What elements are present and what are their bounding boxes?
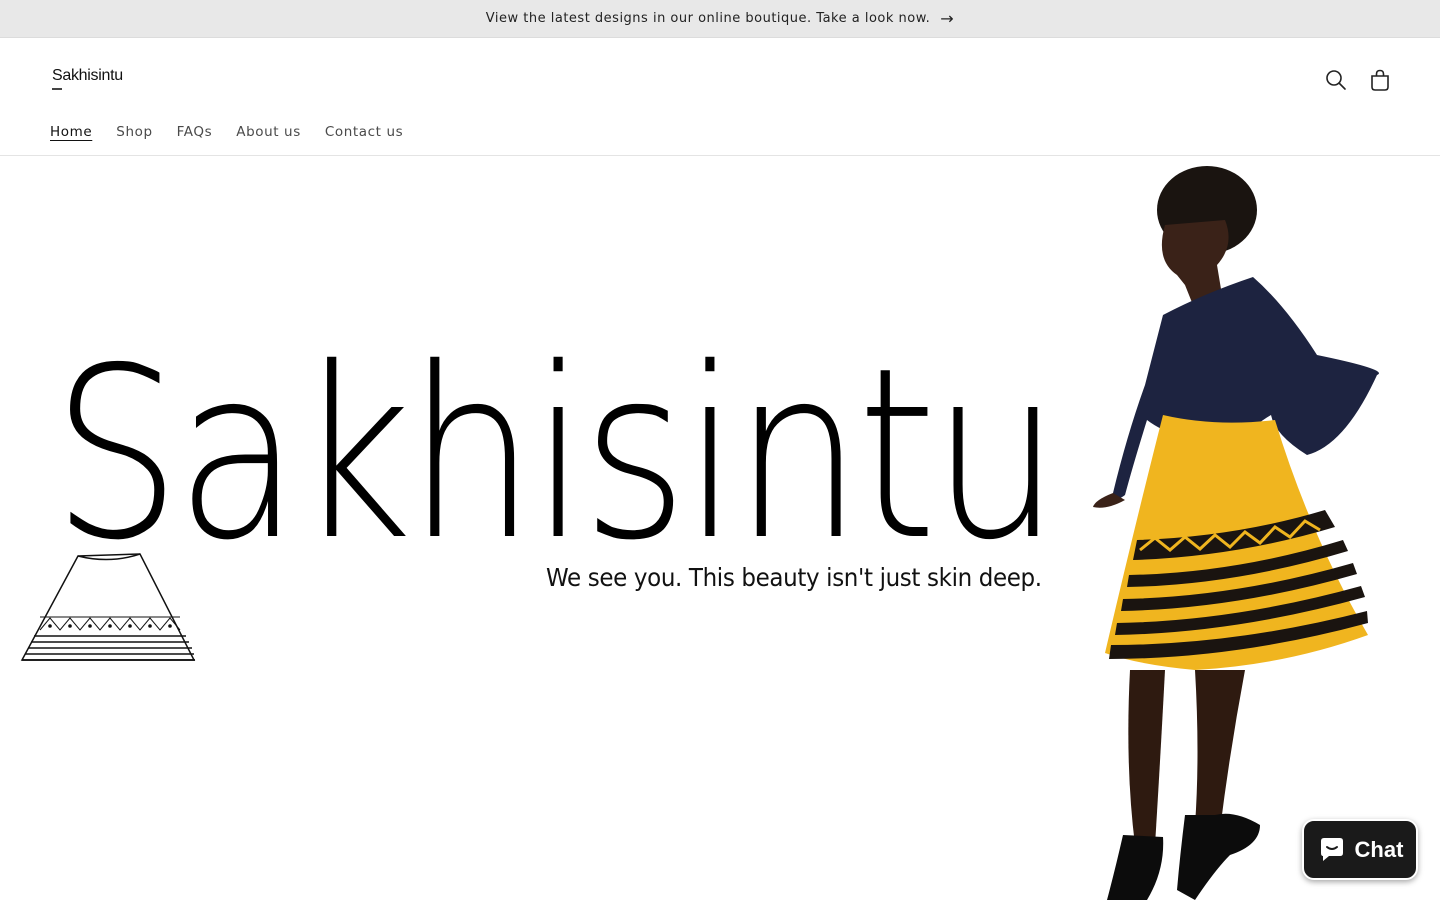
site-header: Sakhisintu Home Shop FAQs About us Conta… <box>0 38 1440 156</box>
search-icon <box>1326 70 1346 90</box>
hero-banner: Sakhisintu We see you. This beauty isn't… <box>0 157 1440 900</box>
chat-bubble-icon <box>1320 837 1343 861</box>
nav-about-us[interactable]: About us <box>236 124 301 140</box>
nav-home[interactable]: Home <box>50 124 92 140</box>
hero-title: Sakhisintu <box>52 317 1060 592</box>
model-photo <box>1093 166 1379 900</box>
chat-button[interactable]: Chat <box>1302 819 1418 880</box>
announcement-text[interactable]: View the latest designs in our online bo… <box>486 11 931 26</box>
arrow-right-icon[interactable]: → <box>940 9 954 28</box>
cart-icon <box>1371 69 1389 91</box>
nav-faqs[interactable]: FAQs <box>177 124 213 140</box>
hero-tagline: We see you. This beauty isn't just skin … <box>546 563 1042 592</box>
announcement-bar[interactable]: View the latest designs in our online bo… <box>0 0 1440 38</box>
cart-button[interactable] <box>1367 67 1393 93</box>
search-button[interactable] <box>1323 67 1349 93</box>
chat-label[interactable]: Chat <box>1355 837 1404 863</box>
logo-mark <box>52 88 62 90</box>
nav-contact-us[interactable]: Contact us <box>325 124 403 140</box>
site-logo[interactable]: Sakhisintu <box>52 67 123 85</box>
nav-shop[interactable]: Shop <box>116 124 152 140</box>
skirt-illustration-icon <box>20 553 196 661</box>
main-nav: Home Shop FAQs About us Contact us <box>50 124 403 140</box>
